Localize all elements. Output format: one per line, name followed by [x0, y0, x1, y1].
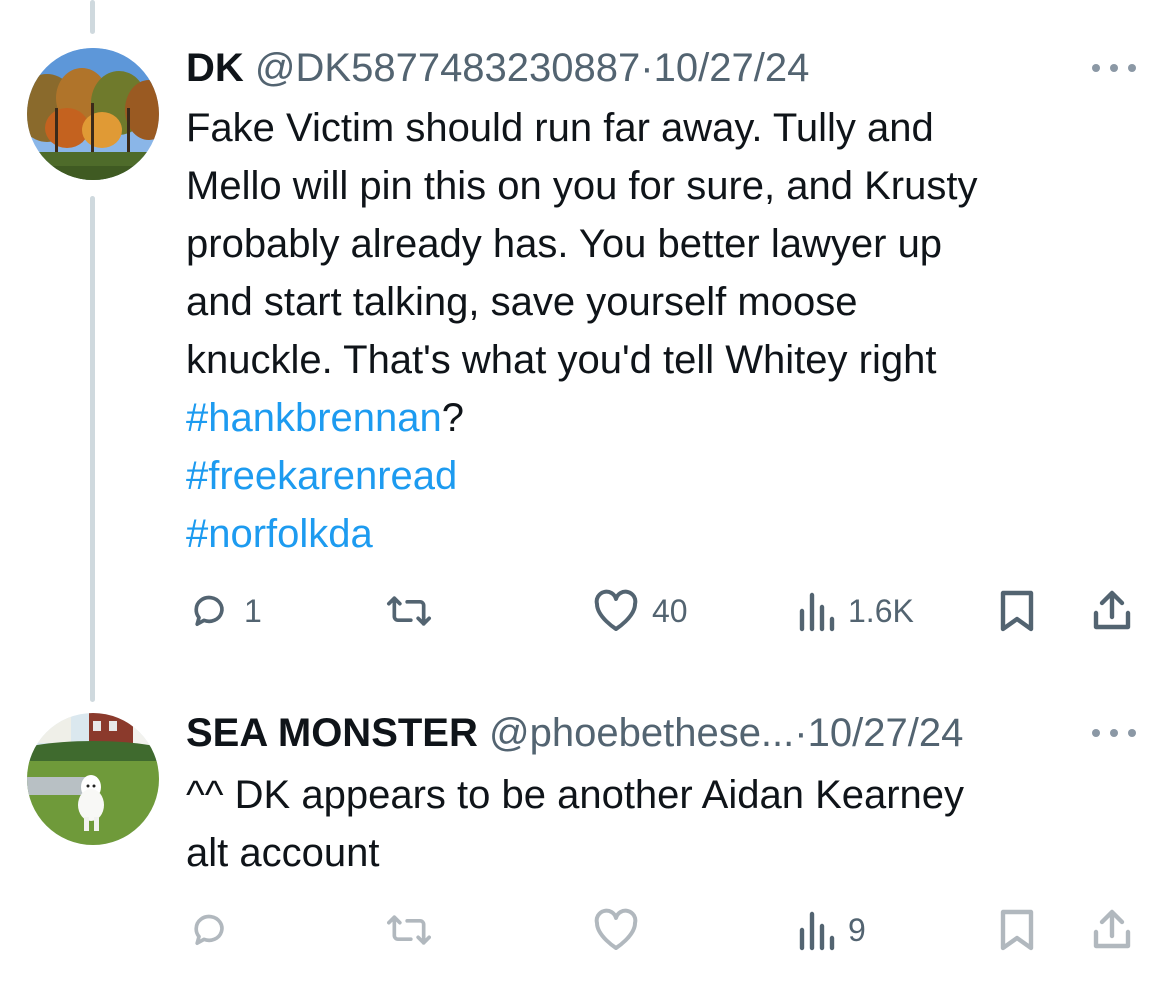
tweet1-hashtag-line: #hankbrennan?: [186, 389, 1126, 447]
tweet1-header: DK @DK5877483230887·10/27/24: [186, 44, 809, 92]
white-dog-avatar-icon: [27, 713, 159, 845]
tweet1-display-name[interactable]: DK: [186, 46, 244, 90]
views-icon: [799, 592, 835, 632]
tweet1-like-button[interactable]: 40: [592, 589, 688, 633]
tweet2-display-name[interactable]: SEA MONSTER: [186, 711, 478, 755]
tweet2-separator: ·: [794, 711, 808, 755]
reply-icon: [194, 914, 224, 946]
tweet2-view-count: 9: [848, 911, 866, 948]
tweet1-hashtag-suffix: ?: [441, 396, 465, 440]
tweet2-views-button[interactable]: 9: [796, 908, 866, 952]
tweet2-header: SEA MONSTER @phoebethese...·10/27/24: [186, 709, 963, 757]
tweet1-line: probably already has. You better lawyer …: [186, 222, 943, 266]
like-icon: [594, 589, 638, 631]
tweet1-date[interactable]: 10/27/24: [654, 46, 810, 90]
thread-line-top: [90, 0, 95, 34]
tweet1-line: Mello will pin this on you for sure, and…: [186, 164, 978, 208]
tweet2-line: ^^ DK appears to be another Aidan Kearne…: [186, 773, 965, 817]
tweet2-line: alt account: [186, 831, 380, 875]
tweet2-like-button[interactable]: [592, 908, 640, 952]
tweet1-retweet-button[interactable]: [383, 589, 435, 633]
retweet-icon: [387, 596, 431, 626]
tweet2-bookmark-button[interactable]: [997, 908, 1037, 952]
tweet2-body: ^^ DK appears to be another Aidan Kearne…: [186, 766, 1126, 882]
tweet1-more-icon[interactable]: [1092, 58, 1136, 78]
autumn-trees-avatar-icon: [27, 48, 159, 180]
tweet1-body: Fake Victim should run far away. Tully a…: [186, 99, 1126, 563]
share-icon: [1093, 590, 1131, 630]
tweet1-line: knuckle. That's what you'd tell Whitey r…: [186, 338, 937, 382]
tweet1-separator: ·: [640, 46, 654, 90]
hashtag-norfolkda[interactable]: #norfolkda: [186, 512, 373, 556]
tweet1-view-count: 1.6K: [848, 592, 914, 629]
tweet2-retweet-button[interactable]: [383, 908, 435, 952]
tweet1-like-count: 40: [652, 592, 688, 629]
like-icon: [594, 908, 638, 950]
tweet1-line: and start talking, save yourself moose: [186, 280, 858, 324]
tweet2-date[interactable]: 10/27/24: [808, 711, 964, 755]
tweet2-reply-button[interactable]: [188, 908, 232, 952]
tweet1-reply-count: 1: [244, 592, 262, 629]
tweet1-reply-button[interactable]: 1: [188, 589, 262, 633]
views-icon: [799, 911, 835, 951]
tweet1-bookmark-button[interactable]: [997, 589, 1037, 633]
retweet-icon: [387, 915, 431, 945]
thread-line-connector: [90, 196, 95, 702]
reply-icon: [194, 595, 224, 627]
avatar-dk[interactable]: [27, 48, 159, 180]
tweet1-share-button[interactable]: [1090, 589, 1134, 633]
tweet1-views-button[interactable]: 1.6K: [796, 589, 914, 633]
share-icon: [1093, 909, 1131, 949]
tweet2-handle[interactable]: @phoebethese...: [489, 711, 794, 755]
tweet1-line: Fake Victim should run far away. Tully a…: [186, 106, 934, 150]
tweet2-share-button[interactable]: [1090, 908, 1134, 952]
bookmark-icon: [1000, 590, 1034, 632]
tweet2-more-icon[interactable]: [1092, 723, 1136, 743]
avatar-sea-monster[interactable]: [27, 713, 159, 845]
tweet1-handle[interactable]: @DK5877483230887: [255, 46, 640, 90]
hashtag-hankbrennan[interactable]: #hankbrennan: [186, 396, 442, 440]
hashtag-freekarenread[interactable]: #freekarenread: [186, 454, 457, 498]
bookmark-icon: [1000, 909, 1034, 951]
